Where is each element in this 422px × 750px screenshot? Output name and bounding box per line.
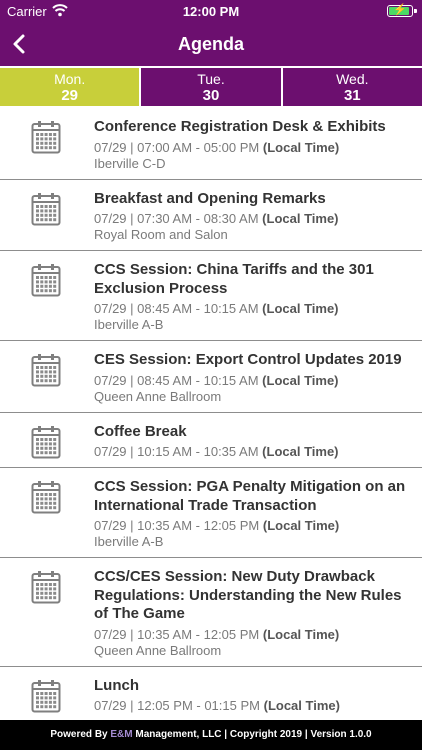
session-time-range: 07/29 | 10:35 AM - 12:05 PM bbox=[94, 626, 260, 642]
footer-brand: E&M bbox=[110, 729, 133, 740]
calendar-icon bbox=[31, 120, 61, 154]
tab-wednesday[interactable]: Wed. 31 bbox=[282, 68, 422, 106]
session-row[interactable]: CES Session: Export Control Updates 2019… bbox=[0, 341, 422, 413]
session-location: Queen Anne Ballroom bbox=[94, 388, 222, 404]
session-title: CCS Session: PGA Penalty Mitigation on a… bbox=[94, 478, 406, 514]
session-time: 07/29 | 12:05 PM - 01:15 PM (Local Time) bbox=[94, 698, 408, 714]
tab-day-number: 31 bbox=[343, 87, 361, 104]
footer-prefix: Powered By bbox=[50, 729, 111, 740]
session-time: 07/29 | 08:45 AM - 10:15 AM (Local Time) bbox=[94, 373, 408, 389]
session-timezone: (Local Time) bbox=[262, 301, 339, 316]
tab-day-number: 30 bbox=[202, 87, 220, 104]
session-timezone: (Local Time) bbox=[262, 372, 339, 388]
session-time: 07/29 | 10:35 AM - 12:05 PM (Local Time) bbox=[94, 627, 408, 643]
tab-day-number: 29 bbox=[61, 87, 78, 104]
session-title: Breakfast and Opening Remarks bbox=[94, 189, 326, 207]
session-location: Royal Room and Salon bbox=[94, 227, 228, 242]
tab-tuesday[interactable]: Tue. 30 bbox=[141, 68, 281, 106]
session-time-range: 07/29 | 12:05 PM - 01:15 PM bbox=[94, 698, 260, 713]
session-row[interactable]: Breakfast and Opening Remarks 07/29 | 07:… bbox=[0, 180, 422, 251]
session-title: CES Session: Export Control Updates 2019 bbox=[94, 351, 402, 368]
calendar-icon bbox=[31, 263, 61, 297]
session-timezone: (Local Time) bbox=[262, 626, 340, 642]
session-location: Iberville C-D bbox=[94, 155, 166, 171]
session-title: CCS Session: China Tariffs and the 301 E… bbox=[94, 261, 374, 297]
footer: Powered By E&M Management, LLC | Copyrig… bbox=[0, 720, 422, 750]
tab-day-of-week: Tue. bbox=[197, 71, 225, 87]
session-title: Conference Registration Desk & Exhibits bbox=[94, 118, 386, 135]
session-location: Iberville A-B bbox=[94, 317, 164, 332]
session-row[interactable]: Conference Registration Desk & Exhibits 0… bbox=[0, 108, 422, 180]
status-time: 12:00 PM bbox=[182, 4, 240, 19]
tab-day-of-week: Mon. bbox=[54, 71, 86, 87]
footer-suffix: Management, LLC | Copyright 2019 | Versi… bbox=[132, 729, 372, 740]
calendar-icon bbox=[31, 570, 61, 604]
charging-bolt-icon: ⚡ bbox=[393, 4, 407, 16]
tab-monday[interactable]: Mon. 29 bbox=[0, 68, 140, 106]
session-timezone: (Local Time) bbox=[262, 139, 340, 155]
session-row[interactable]: CCS/CES Session: New Duty Drawback Regul… bbox=[0, 558, 422, 667]
calendar-icon bbox=[31, 679, 61, 713]
page-title: Agenda bbox=[177, 34, 244, 54]
session-row[interactable]: Coffee Break 07/29 | 10:15 AM - 10:35 AM … bbox=[0, 413, 422, 468]
session-timezone: (Local Time) bbox=[262, 444, 339, 459]
session-title: Lunch bbox=[94, 676, 139, 694]
calendar-icon bbox=[31, 192, 61, 226]
day-tabs: Mon. 29 Tue. 30 Wed. 31 bbox=[0, 68, 422, 106]
session-time-range: 07/29 | 07:30 AM - 08:30 AM bbox=[94, 211, 259, 226]
session-title: Coffee Break bbox=[94, 422, 187, 440]
session-time-range: 07/29 | 10:35 AM - 12:05 PM bbox=[94, 518, 260, 533]
status-bar: Carrier 12:00 PM ⚡ bbox=[0, 0, 422, 22]
calendar-icon bbox=[31, 353, 61, 387]
battery-cap bbox=[414, 9, 417, 13]
agenda-list[interactable]: Conference Registration Desk & Exhibits 0… bbox=[0, 108, 422, 720]
nav-header: Carrier 12:00 PM ⚡ Agenda bbox=[0, 0, 422, 66]
battery-icon: ⚡ bbox=[387, 4, 417, 17]
calendar-icon bbox=[31, 425, 61, 459]
session-title: CCS/CES Session: New Duty Drawback Regul… bbox=[94, 568, 402, 622]
session-time: 07/29 | 08:45 AM - 10:15 AM (Local Time) bbox=[94, 301, 408, 317]
session-timezone: (Local Time) bbox=[262, 518, 340, 533]
session-row[interactable]: CCS Session: PGA Penalty Mitigation on a… bbox=[0, 468, 422, 558]
session-location: Queen Anne Ballroom bbox=[94, 642, 222, 658]
session-time-range: 07/29 | 08:45 AM - 10:15 AM bbox=[94, 372, 259, 388]
session-time: 07/29 | 07:00 AM - 05:00 PM (Local Time) bbox=[94, 140, 408, 156]
session-time: 07/29 | 07:30 AM - 08:30 AM (Local Time) bbox=[94, 211, 408, 227]
session-time: 07/29 | 10:15 AM - 10:35 AM (Local Time) bbox=[94, 444, 408, 460]
session-timezone: (Local Time) bbox=[263, 698, 340, 713]
session-time: 07/29 | 10:35 AM - 12:05 PM (Local Time) bbox=[94, 518, 408, 534]
session-timezone: (Local Time) bbox=[262, 211, 339, 226]
session-row[interactable]: Lunch 07/29 | 12:05 PM - 01:15 PM (Local … bbox=[0, 667, 422, 721]
calendar-icon bbox=[31, 480, 61, 514]
session-time-range: 07/29 | 08:45 AM - 10:15 AM bbox=[94, 301, 259, 316]
tab-day-of-week: Wed. bbox=[336, 71, 369, 87]
session-time-range: 07/29 | 10:15 AM - 10:35 AM bbox=[94, 444, 259, 459]
session-time-range: 07/29 | 07:00 AM - 05:00 PM bbox=[94, 139, 260, 155]
session-row[interactable]: CCS Session: China Tariffs and the 301 E… bbox=[0, 251, 422, 341]
session-location: Iberville A-B bbox=[94, 534, 164, 549]
